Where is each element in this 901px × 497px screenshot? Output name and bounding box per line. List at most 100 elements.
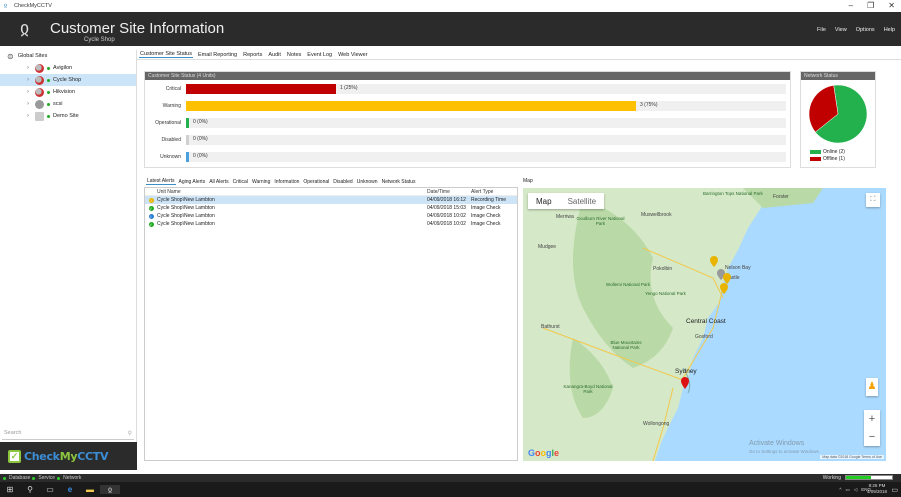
- tab-web-viewer[interactable]: Web Viewer: [337, 52, 368, 58]
- menu-file[interactable]: File: [817, 27, 826, 33]
- map-markers: [710, 256, 731, 294]
- tab-customer-site-status[interactable]: Customer Site Status: [139, 51, 193, 58]
- tab-audit[interactable]: Audit: [267, 52, 282, 58]
- status-bar-fill: [186, 152, 189, 162]
- brand-text: CheckMyCCTV: [24, 449, 109, 463]
- site-status-header: Customer Site Status (4 Units): [145, 72, 790, 80]
- cell-type: Image Check: [471, 221, 501, 227]
- file-explorer-icon[interactable]: ▬: [80, 485, 100, 494]
- network-tray-icon[interactable]: ▭: [846, 487, 850, 493]
- close-button[interactable]: ✕: [888, 0, 895, 12]
- menu-options[interactable]: Options: [856, 27, 875, 33]
- checkmycctv-taskbar-icon[interactable]: ჲ: [100, 485, 120, 494]
- search-placeholder: Search: [4, 430, 22, 436]
- menu-help[interactable]: Help: [884, 27, 895, 33]
- status-bar-fill: [186, 135, 189, 145]
- column-unit-name[interactable]: Unit Name: [157, 189, 427, 195]
- tree-root-label: Global Sites: [17, 53, 48, 59]
- chevron-right-icon[interactable]: ›: [27, 89, 29, 95]
- menu-view[interactable]: View: [835, 27, 847, 33]
- warning-icon: !: [148, 197, 154, 203]
- tab-reports[interactable]: Reports: [242, 52, 263, 58]
- chevron-right-icon[interactable]: ›: [27, 77, 29, 83]
- zoom-out-button[interactable]: −: [864, 428, 880, 446]
- search-icon[interactable]: ⚲: [128, 430, 132, 437]
- tree-root-global-sites[interactable]: ⊜ Global Sites: [0, 50, 136, 62]
- status-bar-value: 3 (75%): [640, 102, 658, 108]
- legend-online: Online (2): [801, 148, 875, 155]
- tray-chevron-icon[interactable]: ^: [839, 487, 841, 492]
- tab-warning[interactable]: Warning: [251, 179, 271, 185]
- search-icon[interactable]: ⚲: [20, 485, 40, 494]
- tab-event-log[interactable]: Event Log: [306, 52, 333, 58]
- sidebar-item-demo-site[interactable]: › Demo Site: [0, 110, 136, 122]
- chevron-right-icon[interactable]: ›: [27, 65, 29, 71]
- alerts-table: Unit Name Date/Time Alert Type ! Cycle S…: [144, 187, 518, 461]
- legend-label-offline: Offline (1): [823, 155, 845, 162]
- status-bar-fill: [186, 84, 336, 94]
- marker-pin-icon: [723, 273, 731, 284]
- sidebar: ⊜ Global Sites › Avigilon › Cycle Shop ›…: [0, 50, 137, 470]
- notification-icon[interactable]: ▭: [891, 486, 898, 494]
- status-row-label: Disabled: [161, 136, 181, 143]
- map-type-map-button[interactable]: Map: [528, 197, 560, 206]
- window-title: CheckMyCCTV: [14, 3, 52, 9]
- volume-tray-icon[interactable]: ◁: [854, 487, 857, 493]
- tab-unknown[interactable]: Unknown: [356, 179, 379, 185]
- tab-map[interactable]: Map: [523, 178, 533, 184]
- tab-operational[interactable]: Operational: [302, 179, 330, 185]
- windows-start-icon[interactable]: ⊞: [0, 485, 20, 494]
- column-alert-type[interactable]: Alert Type: [471, 189, 515, 195]
- tab-notes[interactable]: Notes: [286, 52, 302, 58]
- maximize-button[interactable]: ❐: [867, 0, 874, 12]
- table-row[interactable]: i Cycle Shop\New Lambton 04/09/2018 10:0…: [145, 212, 517, 220]
- map-label-blue-mountains: Blue Mountains National Park: [610, 340, 642, 350]
- camera-site-icon: [35, 99, 44, 109]
- edge-browser-icon[interactable]: e: [60, 485, 80, 494]
- tab-critical[interactable]: Critical: [232, 179, 249, 185]
- map-label-merriwa: Merriwa: [556, 214, 574, 220]
- tab-disabled[interactable]: Disabled: [332, 179, 353, 185]
- status-row-warning: Warning 3 (75%): [145, 97, 790, 114]
- legend-swatch-offline: [810, 156, 821, 161]
- status-row-label: Warning: [162, 102, 181, 109]
- tab-network-status[interactable]: Network Status: [381, 179, 417, 185]
- status-bar-track: [186, 118, 786, 128]
- sidebar-item-cycle-shop[interactable]: › Cycle Shop: [0, 74, 136, 86]
- table-row[interactable]: ✓ Cycle Shop\New Lambton 04/09/2018 15:0…: [145, 204, 517, 212]
- tab-aging-alerts[interactable]: Aging Alerts: [178, 179, 207, 185]
- marker-pin-icon[interactable]: [680, 376, 690, 390]
- table-row[interactable]: ✓ Cycle Shop\New Lambton 04/09/2018 10:0…: [145, 220, 517, 228]
- status-row-label: Unknown: [160, 153, 181, 160]
- cell-datetime: 04/09/2018 15:03: [427, 205, 466, 211]
- cell-type: Recording Time: [471, 197, 507, 203]
- pegman-icon[interactable]: ♟: [866, 378, 878, 396]
- taskbar-clock[interactable]: 8:26 PM 4/09/2018: [867, 483, 887, 495]
- chevron-right-icon[interactable]: ›: [27, 113, 29, 119]
- fullscreen-icon[interactable]: ⛶: [866, 193, 880, 207]
- working-progress-bar: [845, 475, 893, 480]
- sidebar-item-avigilon[interactable]: › Avigilon: [0, 62, 136, 74]
- tab-information[interactable]: Information: [273, 179, 300, 185]
- sidebar-search-input[interactable]: Search ⚲: [2, 430, 134, 440]
- column-date-time[interactable]: Date/Time: [427, 189, 471, 195]
- tab-latest-alerts[interactable]: Latest Alerts: [146, 178, 176, 185]
- status-row-unknown: Unknown 0 (0%): [145, 148, 790, 165]
- tab-email-reporting[interactable]: Email Reporting: [197, 52, 238, 58]
- sidebar-item-scsi[interactable]: › scsi: [0, 98, 136, 110]
- task-view-icon[interactable]: ▭: [40, 485, 60, 494]
- app-icon: ჲ: [4, 3, 8, 9]
- map-label-barrington: Barrington Tops National Park: [703, 191, 763, 196]
- tab-all-alerts[interactable]: All Alerts: [208, 179, 229, 185]
- minimize-button[interactable]: –: [849, 0, 853, 12]
- status-network: Network: [63, 475, 82, 481]
- map-credit[interactable]: Map data ©2018 Google Terms of Use: [820, 455, 884, 459]
- chevron-right-icon[interactable]: ›: [27, 101, 29, 107]
- brand-logo: ✓ CheckMyCCTV: [0, 442, 137, 470]
- sidebar-item-hikvision[interactable]: › Hikvision: [0, 86, 136, 98]
- table-row[interactable]: ! Cycle Shop\New Lambton 04/09/2018 16:1…: [145, 196, 517, 204]
- map-type-satellite-button[interactable]: Satellite: [560, 197, 604, 206]
- window-controls: – ❐ ✕: [849, 0, 895, 12]
- zoom-in-button[interactable]: +: [864, 410, 880, 428]
- map-view[interactable]: Map Satellite ⛶ Barrington Tops National…: [523, 188, 886, 461]
